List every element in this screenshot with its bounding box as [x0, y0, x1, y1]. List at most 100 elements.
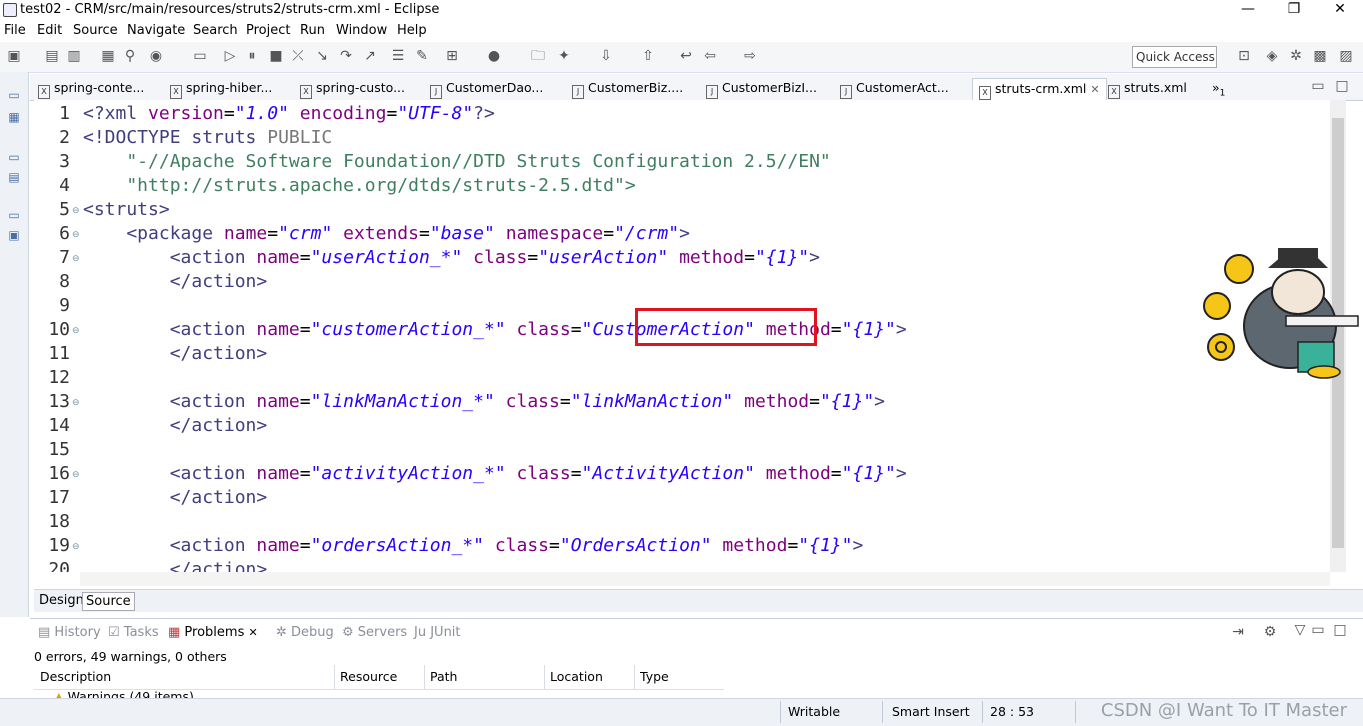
maximize-view-icon[interactable]: □	[1332, 622, 1348, 638]
close-tab-icon[interactable]: ✕	[1090, 83, 1099, 96]
tab-customer-action[interactable]: J CustomerAct...	[840, 78, 949, 100]
menu-file[interactable]: File	[4, 23, 26, 38]
fold-toggle-icon[interactable]: ⊖	[72, 230, 80, 240]
tab-label: CustomerBizI...	[722, 80, 817, 95]
tab-servers[interactable]: ⚙ Servers	[342, 625, 407, 640]
column-location[interactable]: Location	[550, 669, 603, 684]
close-window-button[interactable]: ✕	[1317, 0, 1363, 20]
search-icon[interactable]: ✦	[556, 48, 572, 64]
tab-junit[interactable]: Ju JUnit	[414, 625, 461, 640]
team-perspective-icon[interactable]: ▨	[1338, 48, 1354, 64]
tab-spring-context[interactable]: Xspring-conte...	[38, 78, 144, 100]
last-edit-icon[interactable]: ↩	[678, 48, 694, 64]
restore-icon[interactable]: ▭	[6, 150, 22, 166]
code-line-4: "http://struts.apache.org/dtds/struts-2.…	[83, 175, 636, 196]
column-resource[interactable]: Resource	[340, 669, 397, 684]
package-explorer-icon[interactable]: ▦	[6, 110, 22, 126]
tab-problems[interactable]: ▦ Problems ✕	[168, 625, 258, 640]
minimize-view-icon[interactable]: ▭	[1310, 78, 1326, 94]
step-over-icon[interactable]: ↷	[338, 48, 354, 64]
menu-window[interactable]: Window	[336, 23, 387, 38]
outline-icon[interactable]: ▤	[6, 170, 22, 186]
restore-icon[interactable]: ▭	[6, 208, 22, 224]
fold-toggle-icon[interactable]: ⊖	[72, 470, 80, 480]
profile-icon[interactable]: ◉	[148, 48, 164, 64]
menu-project[interactable]: Project	[246, 23, 290, 38]
line-number: 6	[59, 223, 70, 244]
new-icon[interactable]: ▣	[6, 48, 22, 64]
disconnect-icon[interactable]: ⤫	[290, 48, 306, 64]
open-perspective-icon[interactable]: ⊡	[1236, 48, 1252, 64]
column-type[interactable]: Type	[640, 669, 669, 684]
prev-annotation-icon[interactable]: ⇧	[640, 48, 656, 64]
open-folder-icon[interactable]: 🗀	[530, 48, 546, 64]
editor-horizontal-scrollbar[interactable]	[80, 572, 1330, 586]
console-icon[interactable]: ▭	[192, 48, 208, 64]
code-line-5: <struts>	[83, 199, 170, 220]
tab-tasks[interactable]: ☑ Tasks	[108, 625, 159, 640]
back-icon[interactable]: ⇦	[702, 48, 718, 64]
xml-source-editor[interactable]: 1 2 3 4 5 6 7 8 9 10 11 12 13 14 15 16 1…	[34, 100, 1330, 572]
fold-toggle-icon[interactable]: ⊖	[72, 326, 80, 336]
next-annotation-icon[interactable]: ⇩	[598, 48, 614, 64]
tab-history[interactable]: ▤ History	[38, 625, 101, 640]
menu-edit[interactable]: Edit	[37, 23, 62, 38]
menu-source[interactable]: Source	[73, 23, 118, 38]
status-divider	[982, 701, 983, 723]
step-into-icon[interactable]: ↘	[314, 48, 330, 64]
quick-access-field[interactable]: Quick Access	[1132, 46, 1217, 68]
code-line-19: <action name="ordersAction_*" class="Ord…	[83, 535, 864, 556]
column-path[interactable]: Path	[430, 669, 457, 684]
save-icon[interactable]: ▤	[44, 48, 60, 64]
restore-icon[interactable]: ▭	[6, 88, 22, 104]
focus-icon[interactable]: ⇥	[1230, 624, 1246, 640]
debug-perspective-icon[interactable]: ✲	[1288, 48, 1304, 64]
console-icon[interactable]: ▣	[6, 228, 22, 244]
step-return-icon[interactable]: ↗	[362, 48, 378, 64]
close-tab-icon[interactable]: ✕	[248, 626, 257, 639]
tab-design[interactable]: Design	[36, 592, 87, 609]
java-ee-perspective-icon[interactable]: ◈	[1264, 48, 1280, 64]
terminate-icon[interactable]: ■	[268, 48, 284, 64]
tab-debug[interactable]: ✲ Debug	[276, 625, 334, 640]
code-line-3: "-//Apache Software Foundation//DTD Stru…	[83, 151, 831, 172]
fold-toggle-icon[interactable]: ⊖	[72, 206, 80, 216]
maximize-button[interactable]: ❐	[1271, 0, 1317, 20]
fold-toggle-icon[interactable]: ⊖	[72, 254, 80, 264]
menu-help[interactable]: Help	[397, 23, 427, 38]
new-server-icon[interactable]: ⊞	[444, 48, 460, 64]
suspend-icon[interactable]: ⏸	[244, 48, 260, 64]
problems-table-header: Description Resource Path Location Type	[34, 665, 724, 690]
menu-run[interactable]: Run	[300, 23, 325, 38]
minimize-button[interactable]: —	[1225, 0, 1271, 20]
forward-icon[interactable]: ⇨	[742, 48, 758, 64]
java-perspective-icon[interactable]: ▩	[1312, 48, 1328, 64]
view-menu-icon[interactable]: ▽	[1292, 622, 1308, 638]
properties-icon[interactable]: ▦	[100, 48, 116, 64]
tab-source[interactable]: Source	[82, 592, 135, 611]
fold-toggle-icon[interactable]: ⊖	[72, 398, 80, 408]
debug-icon[interactable]: ✎	[414, 48, 430, 64]
link-icon[interactable]: ⚲	[122, 48, 138, 64]
save-all-icon[interactable]: ▥	[66, 48, 82, 64]
tab-customer-dao[interactable]: J CustomerDao...	[430, 78, 543, 100]
tab-struts-xml[interactable]: Xstruts.xml	[1108, 78, 1187, 100]
tab-customer-biz-impl[interactable]: J CustomerBizI...	[706, 78, 817, 100]
menu-navigate[interactable]: Navigate	[127, 23, 185, 38]
fold-toggle-icon[interactable]: ⊖	[72, 542, 80, 552]
status-divider	[1075, 701, 1076, 723]
more-tabs-button[interactable]: »1	[1212, 78, 1225, 100]
tab-struts-crm-xml[interactable]: Xstruts-crm.xml ✕	[972, 78, 1107, 101]
filter-icon[interactable]: ⚙	[1262, 624, 1278, 640]
menu-search[interactable]: Search	[193, 23, 238, 38]
format-icon[interactable]: ☰	[390, 48, 406, 64]
minimize-view-icon[interactable]: ▭	[1310, 622, 1326, 638]
tab-spring-hibernate[interactable]: Xspring-hiber...	[170, 78, 272, 100]
tab-spring-customer[interactable]: Xspring-custo...	[300, 78, 405, 100]
maximize-view-icon[interactable]: □	[1334, 78, 1350, 94]
tab-customer-biz[interactable]: J CustomerBiz....	[572, 78, 683, 100]
resume-icon[interactable]: ▷	[222, 48, 238, 64]
column-description[interactable]: Description	[40, 669, 111, 684]
run-icon[interactable]: ●	[486, 48, 502, 64]
line-number: 10	[48, 319, 70, 340]
